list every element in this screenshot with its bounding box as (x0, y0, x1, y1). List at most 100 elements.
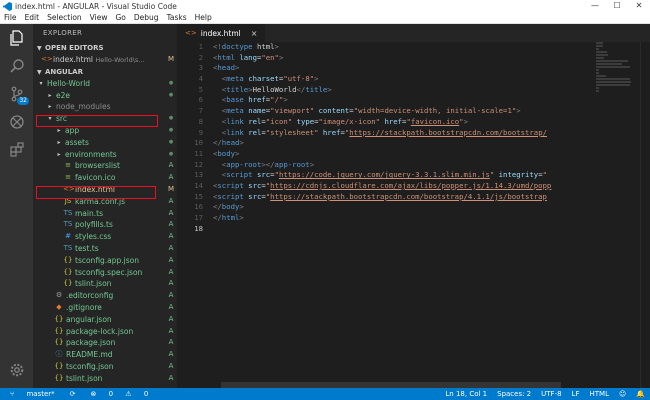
code-line[interactable]: 7 <meta name="viewport" content="width=d… (177, 106, 650, 117)
language-mode[interactable]: HTML (584, 390, 613, 398)
source-control-button[interactable]: 32 (0, 80, 33, 108)
tree-item-editorconfig[interactable]: ⚙ .editorconfig A (33, 290, 177, 302)
search-button[interactable] (0, 52, 33, 80)
tree-item-index-html[interactable]: <> index.html M (33, 184, 177, 196)
bell-icon[interactable]: 🔔 (631, 390, 650, 398)
bug-icon (9, 115, 24, 129)
code-line[interactable]: 18 (177, 224, 650, 235)
tab-index-html[interactable]: <> index.html × (177, 24, 266, 42)
line-number: 11 (194, 148, 203, 158)
chevron-right-icon: ▸ (57, 126, 61, 134)
code-line[interactable]: 10 </head> (177, 138, 650, 149)
tree-item-styles-css[interactable]: # styles.css A (33, 231, 177, 243)
menu-file[interactable]: File (0, 13, 21, 22)
tree-item-main-ts[interactable]: TS main.ts A (33, 208, 177, 220)
tree-item-tslint-json[interactable]: {} tslint.json A (33, 278, 177, 290)
maximize-button[interactable]: ☐ (606, 0, 628, 12)
tree-item-tsconfig-spec-json[interactable]: {} tsconfig.spec.json A (33, 267, 177, 279)
tree-item-environments[interactable]: ▸ environments ● (33, 149, 177, 161)
problems-indicator[interactable]: ⊗ 0 ⚠ 0 (81, 390, 159, 398)
code-line[interactable]: 3 <head> (177, 63, 650, 74)
tree-item-e2e[interactable]: ▸ e2e ● (33, 90, 177, 102)
tree-item-label: environments (65, 149, 117, 159)
line-ending[interactable]: LF (567, 390, 585, 398)
tree-item-browserslist[interactable]: ≡ browserslist A (33, 160, 177, 172)
line-content: <script src="https://code.jquery.com/jqu… (221, 170, 548, 180)
code-line[interactable]: 11 <body> (177, 149, 650, 160)
explorer-button[interactable] (0, 24, 33, 52)
code-line[interactable]: 17 </html> (177, 213, 650, 224)
code-line[interactable]: 6 <base href="/"> (177, 95, 650, 106)
tree-item-hello-world[interactable]: ▾ Hello-World ● (33, 78, 177, 90)
menu-edit[interactable]: Edit (21, 13, 44, 22)
code-line[interactable]: 4 <meta charset="utf-8"> (177, 74, 650, 85)
code-line[interactable]: 2 <html lang="en"> (177, 53, 650, 64)
menu-view[interactable]: View (86, 13, 112, 22)
sync-button[interactable]: ⟳ (65, 390, 81, 398)
tree-item-node-modules[interactable]: ▸ node_modules (33, 101, 177, 113)
menu-go[interactable]: Go (111, 13, 129, 22)
menu-selection[interactable]: Selection (43, 13, 86, 22)
tree-item-readme-md[interactable]: ⓘ README.md A (33, 349, 177, 361)
code-line[interactable]: 8 <link rel="icon" type="image/x-icon" h… (177, 117, 650, 128)
code-line[interactable]: 5 <title>HelloWorld</title> (177, 85, 650, 96)
line-content: <head> (213, 63, 240, 73)
code-line[interactable]: 15 <script src="https://stackpath.bootstr… (177, 192, 650, 203)
tree-item-tsconfig-json[interactable]: {} tsconfig.json A (33, 361, 177, 373)
code-line[interactable]: 1 <!doctype html> (177, 42, 650, 53)
extensions-button[interactable] (0, 136, 33, 164)
git-status-badge: A (168, 173, 174, 182)
code-line[interactable]: 9 <link rel="stylesheet" href="https://s… (177, 128, 650, 139)
minimize-button[interactable]: — (584, 0, 606, 12)
branch-indicator[interactable]: ⑂ master* (0, 390, 65, 398)
git-branch-icon: ⑂ (10, 390, 17, 398)
open-editor-path: Hello-World\s... (95, 55, 145, 64)
workspace-header[interactable]: ▼ ANGULAR (33, 65, 177, 78)
tree-item-package-json[interactable]: {} package.json A (33, 337, 177, 349)
tree-item-label: assets (65, 137, 89, 147)
tree-item-app[interactable]: ▸ app ● (33, 125, 177, 137)
vertical-scrollbar[interactable] (640, 42, 650, 388)
encoding[interactable]: UTF-8 (536, 390, 566, 398)
tree-item-favicon-ico[interactable]: ≡ favicon.ico A (33, 172, 177, 184)
code-line[interactable]: 16 </body> (177, 202, 650, 213)
close-window-button[interactable]: ✕ (628, 0, 650, 12)
tree-item-package-lock-json[interactable]: {} package-lock.json A (33, 326, 177, 338)
tree-item-tslint-json[interactable]: {} tslint.json A (33, 373, 177, 385)
tree-item-assets[interactable]: ▸ assets ● (33, 137, 177, 149)
menu-tasks[interactable]: Tasks (163, 13, 191, 22)
tree-item-label: .editorconfig (66, 291, 114, 301)
indentation[interactable]: Spaces: 2 (492, 390, 536, 398)
minimap[interactable] (596, 42, 636, 102)
git-status-badge: A (168, 350, 174, 359)
tree-item-polyfills-ts[interactable]: TS polyfills.ts A (33, 219, 177, 231)
tree-item-label: main.ts (75, 208, 103, 218)
tree-item-karma-conf-js[interactable]: JS karma.conf.js A (33, 196, 177, 208)
git-status-badge: ● (168, 79, 174, 86)
code-line[interactable]: 13 <script src="https://code.jquery.com/… (177, 170, 650, 181)
close-icon[interactable]: × (251, 29, 258, 38)
tree-item-test-ts[interactable]: TS test.ts A (33, 243, 177, 255)
ts-file-icon: TS (63, 243, 73, 252)
git-status-badge: A (168, 291, 174, 300)
tree-item-angular-json[interactable]: {} angular.json A (33, 314, 177, 326)
code-line[interactable]: 12 <app-root></app-root> (177, 160, 650, 171)
tree-item-src[interactable]: ▾ src ● (33, 113, 177, 125)
tree-item-tsconfig-app-json[interactable]: {} tsconfig.app.json A (33, 255, 177, 267)
open-editors-header[interactable]: ▼ OPEN EDITORS (33, 42, 177, 54)
menu-help[interactable]: Help (191, 13, 216, 22)
menu-debug[interactable]: Debug (130, 13, 163, 22)
tree-item-gitignore[interactable]: ◆ .gitignore A (33, 302, 177, 314)
open-editor-item[interactable]: <> index.html Hello-World\s... M (33, 54, 177, 66)
settings-button[interactable] (0, 356, 33, 384)
line-content: <script src="https://cdnjs.cloudflare.co… (213, 180, 552, 190)
code-editor[interactable]: 1 <!doctype html> 2 <html lang="en"> 3 <head>… (177, 42, 650, 388)
file-icon: ≡ (65, 173, 71, 182)
line-number: 8 (198, 116, 203, 126)
line-number: 7 (198, 106, 203, 116)
tree-item-label: polyfills.ts (75, 220, 113, 230)
feedback-icon[interactable]: ☺ (614, 390, 631, 398)
cursor-position[interactable]: Ln 18, Col 1 (440, 390, 492, 398)
code-line[interactable]: 14 <script src="https://cdnjs.cloudflare.… (177, 181, 650, 192)
debug-button[interactable] (0, 108, 33, 136)
